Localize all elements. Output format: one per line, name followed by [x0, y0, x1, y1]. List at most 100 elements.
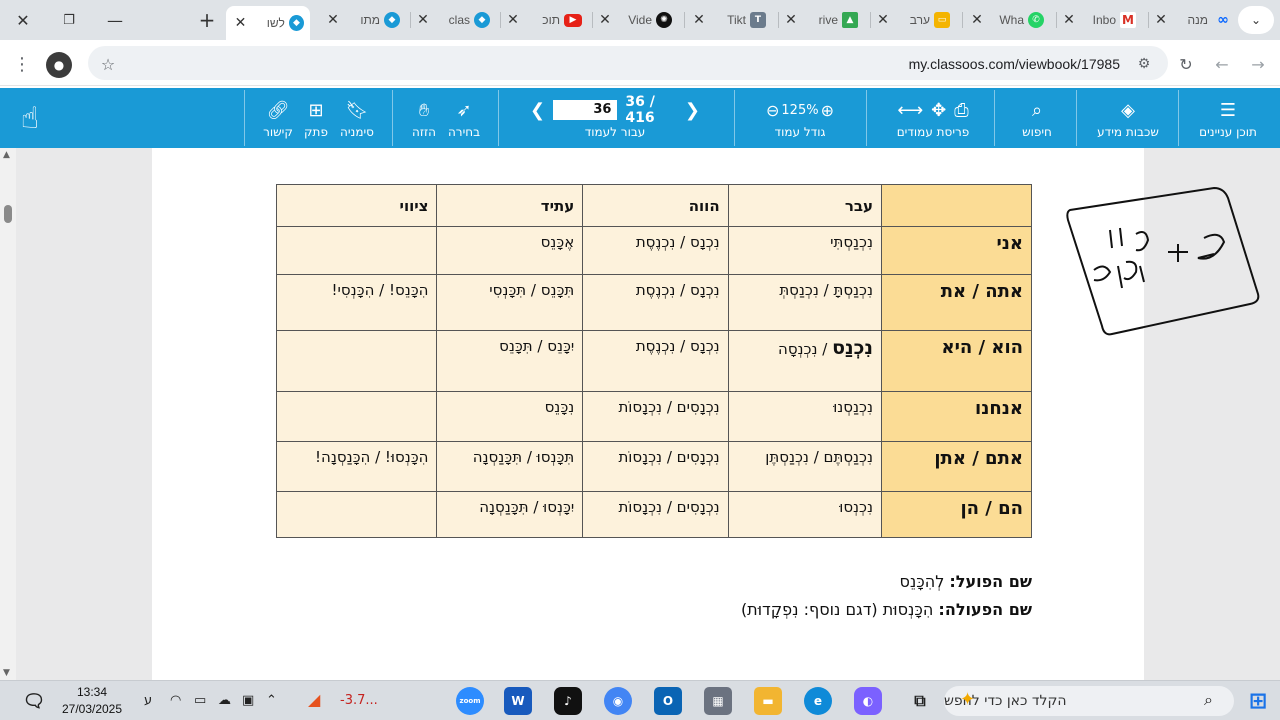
tab[interactable]: ✕ Vide ✺ [596, 6, 678, 34]
tab[interactable]: ✕ Wha ✆ [968, 6, 1050, 34]
zoom-out-icon[interactable]: ⊖ [766, 101, 779, 120]
tab-title: מנה [1187, 13, 1208, 27]
close-window-button[interactable]: ✕ [0, 0, 46, 40]
reload-icon[interactable]: ↻ [1174, 52, 1198, 76]
device-icon[interactable]: ▣ [242, 693, 254, 708]
chrome-app-icon[interactable]: ◉ [604, 687, 632, 715]
toolbar-divider [392, 90, 393, 146]
move-button[interactable]: ✋︎ הזזה [404, 88, 444, 148]
bookmark-button[interactable]: 🔖︎ סימניה [336, 88, 378, 148]
link-button[interactable]: 🔗︎ קישור [258, 88, 298, 148]
page-number-input[interactable]: 36 [553, 100, 618, 120]
zoom-app-icon[interactable]: zoom [456, 687, 484, 715]
close-tab-icon[interactable]: ✕ [690, 12, 708, 28]
back-arrow-icon[interactable]: ← [1210, 52, 1234, 76]
file-explorer-icon[interactable]: ▬ [754, 687, 782, 715]
toc-button[interactable]: ☰ תוכן עניינים [1194, 88, 1262, 148]
note-label: פתק [304, 125, 328, 139]
present-cell: נִכְנָס / נִכְנֶסֶת [582, 226, 729, 276]
select-button[interactable]: ➶ בחירה [444, 88, 484, 148]
tab[interactable]: ✕ מתו ◆ [324, 6, 404, 34]
scrollbar-thumb[interactable] [4, 205, 12, 223]
copilot-app-icon[interactable]: ◐ [854, 687, 882, 715]
tab[interactable]: ✕ תוכ ▶ [504, 6, 584, 34]
pronoun-cell: הוא / היא [881, 330, 1032, 392]
edge-app-icon[interactable]: e [804, 687, 832, 715]
close-tab-icon[interactable]: ✕ [414, 12, 432, 28]
close-tab-icon[interactable]: ✕ [1060, 12, 1078, 28]
present-cell: נִכְנָסִים / נִכְנָסוֹת [582, 490, 729, 539]
store-app-icon[interactable]: ▦ [704, 687, 732, 715]
zoom-control: ⊖ 125% ⊕ גודל עמוד [760, 88, 840, 148]
bookmark-star-icon[interactable]: ☆ [96, 52, 120, 76]
profile-avatar-icon[interactable]: ● [46, 52, 72, 78]
language-indicator[interactable]: ע [144, 693, 152, 708]
tab[interactable]: ✕ rive ▲ [782, 6, 864, 34]
scroll-up-icon[interactable]: ▲ [3, 150, 10, 160]
new-tab-button[interactable]: + [184, 0, 230, 40]
close-tab-icon[interactable]: ✕ [874, 12, 892, 28]
minimize-window-button[interactable]: — [92, 0, 138, 40]
layers-button[interactable]: ◈ שכבות מידע [1094, 88, 1162, 148]
task-view-icon[interactable]: ⧉ [906, 687, 934, 715]
battery-icon[interactable]: ▭ [194, 693, 206, 708]
clock-time: 13:34 [76, 685, 108, 699]
vertical-scrollbar[interactable]: ▲ ▼ [0, 148, 16, 680]
close-tab-icon[interactable]: ✕ [324, 12, 342, 28]
imperative-cell: הִכָּנֵס! / הִכָּנְסִי! [275, 274, 438, 332]
fit-width-icon[interactable]: ⟷ [897, 100, 923, 121]
tab[interactable]: ✕ מנה ∞ [1152, 6, 1234, 34]
taskbar-search-box[interactable]: הקלד כאן כדי לחפש [944, 686, 1234, 716]
next-page-icon[interactable]: ❯ [685, 100, 700, 121]
present-cell: נִכְנָסִים / נִכְנָסוֹת [582, 390, 729, 442]
tab[interactable]: ✕ ערב ▭ [874, 6, 956, 34]
tab[interactable]: ✕ clas ◆ [414, 6, 494, 34]
layers-label: שכבות מידע [1097, 125, 1159, 139]
stock-widget-text[interactable]: -3.7... [340, 693, 378, 708]
windows-start-icon[interactable]: ⊞ [1244, 687, 1272, 715]
table-header [881, 183, 1032, 228]
tiktok-app-icon[interactable]: ♪ [554, 687, 582, 715]
note-button[interactable]: ⊞ פתק [298, 88, 334, 148]
wifi-icon[interactable]: ◠ [170, 693, 181, 708]
word-app-icon[interactable]: W [504, 687, 532, 715]
page-settings-icon[interactable]: ⎙ [954, 100, 968, 121]
search-label: חיפוש [1022, 125, 1052, 139]
url-text[interactable]: my.classoos.com/viewbook/17985 [909, 56, 1120, 72]
site-settings-icon[interactable]: ⚙ [1132, 52, 1156, 76]
tab-active[interactable]: ✕ לשו ◆ [226, 6, 310, 40]
stock-widget-icon[interactable]: ◢ [308, 690, 320, 709]
present-cell: נִכְנָס / נִכְנֶסֶת [582, 330, 729, 392]
search-icon: ⌕ [1031, 99, 1043, 121]
prev-page-icon[interactable]: ❮ [530, 100, 545, 121]
menu-kebab-icon[interactable]: ⋮ [10, 52, 34, 76]
cloud-icon[interactable]: ☁ [218, 693, 231, 708]
close-tab-icon[interactable]: ✕ [782, 12, 800, 28]
search-icon[interactable]: ⌕ [1204, 690, 1213, 710]
forward-arrow-icon[interactable]: → [1246, 52, 1270, 76]
close-tab-icon[interactable]: ✕ [1152, 12, 1170, 28]
restore-window-button[interactable]: ❐ [46, 0, 92, 40]
hand-tool-button[interactable]: ☝ [10, 88, 50, 148]
show-hidden-icons-chevron[interactable]: ⌃ [266, 693, 277, 708]
tab[interactable]: ✕ Tikt T [690, 6, 772, 34]
close-tab-icon[interactable]: ✕ [968, 12, 986, 28]
pronoun-cell: הם / הן [881, 490, 1032, 539]
system-clock[interactable]: 13:34 27/03/2025 [52, 684, 132, 718]
close-tab-icon[interactable]: ✕ [504, 12, 522, 28]
close-tab-icon[interactable]: ✕ [232, 15, 249, 31]
tab-title: Vide [628, 13, 652, 27]
tab-title: לשו [266, 16, 285, 30]
tab-search-button[interactable]: ⌄ [1238, 6, 1274, 34]
outlook-app-icon[interactable]: O [654, 687, 682, 715]
notification-icon[interactable]: 🗨︎ [20, 687, 48, 715]
tab[interactable]: ✕ Inbo M [1060, 6, 1142, 34]
zoom-in-icon[interactable]: ⊕ [821, 101, 834, 120]
scroll-down-icon[interactable]: ▼ [3, 668, 10, 678]
move-arrows-icon[interactable]: ✥ [931, 100, 946, 121]
whatsapp-icon: ✆ [1028, 12, 1044, 28]
page-spread-control[interactable]: ⟷ ✥ ⎙ פריסת עמודים [888, 88, 978, 148]
future-cell: אֶכָּנֵס [436, 226, 584, 276]
search-button[interactable]: ⌕ חיפוש [1014, 88, 1060, 148]
close-tab-icon[interactable]: ✕ [596, 12, 614, 28]
